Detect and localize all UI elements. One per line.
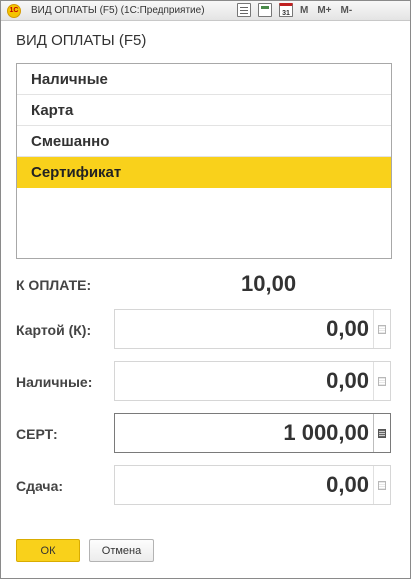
print-document-icon[interactable]	[237, 3, 251, 17]
change-calculator-button[interactable]	[373, 466, 390, 504]
calendar-icon[interactable]: 31	[279, 3, 293, 17]
calculator-icon	[378, 324, 386, 334]
payment-type-window: 1С ВИД ОПЛАТЫ (F5) (1С:Предприятие) 31 M…	[0, 0, 411, 579]
calculator-icon	[378, 376, 386, 386]
change-label: Сдача:	[16, 478, 64, 494]
change-amount-field[interactable]: 0,00	[114, 465, 391, 505]
cash-calculator-button[interactable]	[373, 362, 390, 400]
card-calculator-button[interactable]	[373, 310, 390, 348]
cash-label: Наличные:	[16, 374, 93, 390]
ok-button[interactable]: ОК	[16, 539, 80, 562]
list-item-card[interactable]: Карта	[17, 95, 391, 126]
cert-calculator-button[interactable]	[373, 414, 390, 452]
calculator-icon	[378, 428, 386, 438]
window-titlebar[interactable]: 1С ВИД ОПЛАТЫ (F5) (1С:Предприятие) 31 M…	[1, 1, 410, 21]
form-title: ВИД ОПЛАТЫ (F5)	[16, 32, 147, 49]
app-logo-icon: 1С	[7, 3, 21, 18]
change-amount-value[interactable]: 0,00	[115, 472, 373, 498]
window-title: ВИД ОПЛАТЫ (F5) (1С:Предприятие)	[31, 5, 205, 16]
card-amount-value[interactable]: 0,00	[115, 316, 373, 342]
cert-amount-field[interactable]: 1 000,00	[114, 413, 391, 453]
cert-amount-value[interactable]: 1 000,00	[115, 420, 373, 446]
list-item-mixed[interactable]: Смешанно	[17, 126, 391, 157]
list-item-cash[interactable]: Наличные	[17, 64, 391, 95]
list-item-certificate[interactable]: Сертификат	[17, 157, 391, 188]
memory-plus-button[interactable]: M+	[317, 5, 331, 16]
card-label: Картой (К):	[16, 322, 92, 338]
calculator-icon	[378, 480, 386, 490]
payment-type-list[interactable]: Наличные Карта Смешанно Сертификат	[16, 63, 392, 259]
card-amount-field[interactable]: 0,00	[114, 309, 391, 349]
cert-label: СЕРТ:	[16, 426, 58, 442]
titlebar-toolbar: 31 M M+ M-	[237, 3, 361, 17]
cancel-button[interactable]: Отмена	[89, 539, 154, 562]
calculator-icon[interactable]	[258, 3, 272, 17]
cash-amount-field[interactable]: 0,00	[114, 361, 391, 401]
memory-button[interactable]: M	[300, 5, 308, 16]
to-pay-label: К ОПЛАТЕ:	[16, 277, 92, 293]
cash-amount-value[interactable]: 0,00	[115, 368, 373, 394]
memory-minus-button[interactable]: M-	[341, 5, 353, 16]
to-pay-value: 10,00	[241, 271, 297, 296]
